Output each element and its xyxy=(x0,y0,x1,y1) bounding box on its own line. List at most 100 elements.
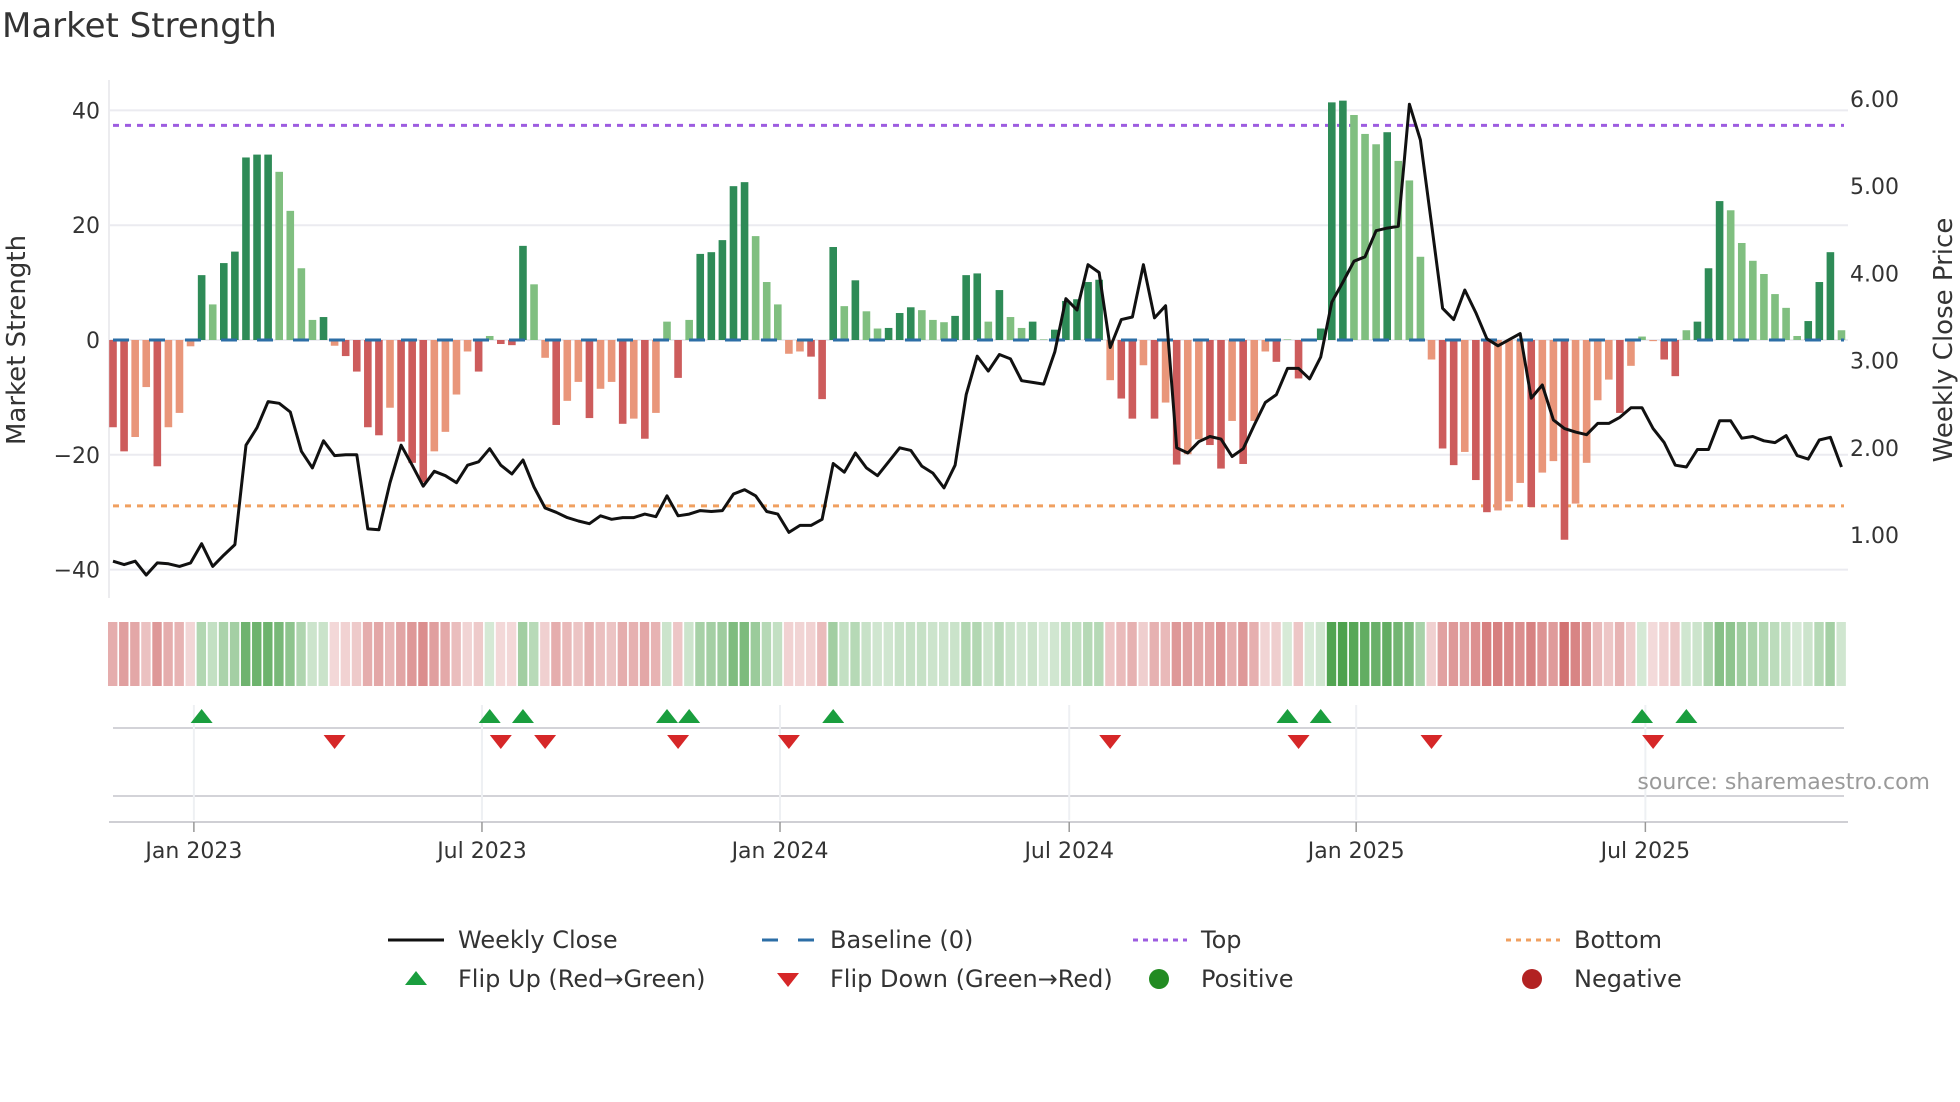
strength-bar xyxy=(1693,321,1702,340)
heat-cell xyxy=(108,622,118,686)
strength-bar xyxy=(1549,340,1558,462)
legend-item[interactable]: Flip Down (Green→Red) xyxy=(760,964,1113,994)
heat-cell xyxy=(1227,622,1237,686)
strength-bar xyxy=(1726,210,1735,340)
heat-cell xyxy=(1005,622,1015,686)
heat-cell xyxy=(495,622,506,686)
heat-cell xyxy=(1681,622,1691,686)
legend-item[interactable]: Weekly Close xyxy=(388,925,618,955)
legend-item[interactable]: Negative xyxy=(1504,964,1682,994)
heat-cell xyxy=(662,622,672,686)
heat-cell xyxy=(1027,622,1038,686)
strength-bar xyxy=(552,340,560,425)
heat-cell xyxy=(1071,622,1082,686)
right-tick-label: 2.00 xyxy=(1850,437,1899,462)
strength-bar xyxy=(951,315,959,340)
strength-bar xyxy=(275,171,283,340)
legend-item[interactable]: Flip Up (Red→Green) xyxy=(388,964,706,994)
strength-bar xyxy=(1616,340,1624,413)
strength-bar xyxy=(397,340,405,442)
heat-cell xyxy=(1326,622,1337,686)
heat-cell xyxy=(1614,622,1625,686)
heat-cell xyxy=(163,622,173,686)
strength-bar xyxy=(497,340,505,345)
heat-cell xyxy=(961,622,971,686)
strength-bar xyxy=(774,304,782,340)
strength-bar xyxy=(463,340,472,352)
heat-cell xyxy=(1204,622,1215,686)
heat-cell xyxy=(905,622,916,686)
heat-cell xyxy=(994,622,1004,686)
strength-bar xyxy=(1028,321,1037,340)
heat-cell xyxy=(540,622,550,686)
flip-down-marker xyxy=(1099,735,1122,749)
heat-cell xyxy=(628,622,639,686)
heat-cell xyxy=(1448,622,1459,686)
strength-bar xyxy=(430,340,439,452)
strength-bar xyxy=(474,340,483,372)
heat-cell xyxy=(861,622,871,686)
strength-bar xyxy=(1660,340,1668,360)
strength-bar xyxy=(297,268,306,340)
heat-cell xyxy=(1060,622,1071,686)
heat-cell xyxy=(174,622,184,686)
heat-cell xyxy=(373,622,384,686)
strength-bar xyxy=(1006,317,1015,340)
flip-down-marker xyxy=(489,735,512,749)
heat-cell xyxy=(1193,622,1204,686)
heat-cell xyxy=(296,622,306,686)
right-tick-label: 4.00 xyxy=(1850,262,1899,287)
heat-cell xyxy=(263,622,273,686)
heat-cell xyxy=(418,622,428,686)
heat-cell xyxy=(1348,622,1359,686)
heat-cell xyxy=(1592,622,1603,686)
heat-cell xyxy=(916,622,927,686)
strength-bar xyxy=(1505,340,1513,502)
heat-cell xyxy=(1770,622,1780,686)
heat-cell xyxy=(1781,622,1791,686)
flip-down-marker xyxy=(1420,735,1443,749)
flip-down-marker xyxy=(667,735,690,749)
dotted-line-icon xyxy=(1506,938,1560,942)
heat-cell xyxy=(584,622,594,686)
left-tick-label: −40 xyxy=(54,559,100,584)
heat-cell xyxy=(1537,622,1547,686)
strength-bar xyxy=(973,273,982,340)
right-tick-label: 3.00 xyxy=(1850,350,1899,375)
heat-cell xyxy=(1127,622,1137,686)
heat-cell xyxy=(761,622,772,686)
strength-bar xyxy=(1283,339,1292,340)
x-tick-label: Jan 2023 xyxy=(143,839,242,864)
legend-label: Flip Down (Green→Red) xyxy=(830,965,1113,993)
strength-bar xyxy=(109,340,117,428)
strength-bar xyxy=(1438,340,1447,449)
legend-item[interactable]: Top xyxy=(1131,925,1242,955)
strength-bar xyxy=(685,319,693,340)
heat-cell xyxy=(1504,622,1514,686)
flip-down-marker xyxy=(534,735,557,749)
heat-cell xyxy=(1814,622,1824,686)
legend-item[interactable]: Bottom xyxy=(1504,925,1662,955)
strength-bar xyxy=(319,317,328,340)
heat-cell xyxy=(185,622,195,686)
source-note: source: sharemaestro.com xyxy=(1637,770,1930,795)
heat-cell xyxy=(1459,622,1470,686)
flip-down-marker xyxy=(1287,735,1310,749)
strength-bar xyxy=(1017,327,1026,340)
flip-up-marker xyxy=(656,709,678,723)
strength-bar xyxy=(1749,260,1757,340)
strength-bar xyxy=(1339,100,1347,340)
heat-cell xyxy=(1625,622,1636,686)
strength-bar xyxy=(663,321,671,340)
heat-cell xyxy=(517,622,528,686)
legend-item[interactable]: Positive xyxy=(1131,964,1294,994)
strength-bar xyxy=(851,280,860,340)
heat-cell xyxy=(872,622,882,686)
heat-cell xyxy=(706,622,716,686)
heat-cell xyxy=(1404,622,1414,686)
strength-bar xyxy=(807,340,815,357)
left-tick-label: −20 xyxy=(54,444,100,469)
heat-cell xyxy=(1670,622,1680,686)
legend-item[interactable]: Baseline (0) xyxy=(760,925,973,955)
heat-cell xyxy=(451,622,461,686)
